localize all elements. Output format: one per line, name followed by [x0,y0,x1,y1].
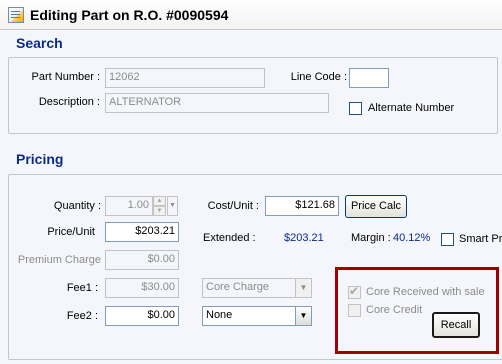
fee1-label: Fee1 : [66,282,98,294]
margin-value: 40.12% [393,232,431,244]
description-label: Description : [38,96,100,108]
smart-price-checkbox[interactable] [441,233,454,246]
title-bar: Editing Part on R.O. #0090594 [0,0,502,30]
spin-up-icon[interactable]: ▲ [153,196,166,206]
alternate-number-label: Alternate Number [368,102,455,114]
quantity-stepper[interactable]: ▲ ▼ [153,196,166,216]
smart-price-label: Smart Pric [459,233,502,245]
fee1-field[interactable]: $30.00 [105,278,179,298]
window-title: Editing Part on R.O. #0090594 [30,7,229,23]
extended-value: $203.21 [284,232,324,244]
quantity-label: Quantity : [53,200,101,212]
alternate-number-checkbox[interactable] [349,102,362,115]
core-received-checkbox[interactable]: ✔ [348,284,361,299]
search-group: Part Number : 12062 Line Code : Descript… [8,57,498,134]
price-calc-label: Price Calc [350,200,402,212]
line-code-label: Line Code : [290,71,347,83]
line-code-field[interactable] [349,68,389,88]
part-number-field[interactable]: 12062 [105,68,265,88]
fee1-type-select[interactable]: Core Charge ▼ [202,278,312,298]
fee2-type-value: None [206,309,233,321]
price-unit-label: Price/Unit [47,226,95,238]
extended-label: Extended : [203,232,256,244]
cost-unit-field[interactable]: $121.68 [265,196,339,216]
checkmark-icon: ✔ [349,284,360,298]
document-icon [8,7,24,23]
cost-unit-label: Cost/Unit : [207,200,259,212]
premium-charge-label: Premium Charge [17,254,101,266]
dialog-body: Search Part Number : 12062 Line Code : D… [0,30,502,364]
core-credit-label: Core Credit [366,304,423,316]
dropdown-arrow-icon: ▼ [295,307,311,325]
fee2-label: Fee2 : [66,310,98,322]
core-credit-checkbox[interactable] [348,304,361,317]
dropdown-arrow-icon: ▼ [169,202,176,209]
fee1-type-value: Core Charge [206,281,269,293]
fee2-type-select[interactable]: None ▼ [202,306,312,326]
margin-label: Margin : [351,232,391,244]
core-received-label: Core Received with sale [366,286,485,298]
price-calc-button[interactable]: Price Calc [345,195,407,218]
quantity-dropdown[interactable]: ▼ [167,196,178,216]
description-field[interactable]: ALTERNATOR [105,93,329,113]
recall-label: Recall [440,319,472,331]
fee2-field[interactable]: $0.00 [105,306,179,326]
premium-charge-field[interactable]: $0.00 [105,250,179,270]
pricing-group: Quantity : 1.00 ▲ ▼ ▼ Cost/Unit : $121.6… [8,174,502,360]
recall-button[interactable]: Recall [432,312,480,338]
dropdown-arrow-icon: ▼ [295,279,311,297]
search-section-title: Search [16,35,63,51]
pricing-section-title: Pricing [16,151,64,167]
price-unit-field[interactable]: $203.21 [105,222,179,242]
quantity-field[interactable]: 1.00 [105,196,153,216]
spin-down-icon[interactable]: ▼ [153,206,166,216]
part-number-label: Part Number : [31,71,100,83]
